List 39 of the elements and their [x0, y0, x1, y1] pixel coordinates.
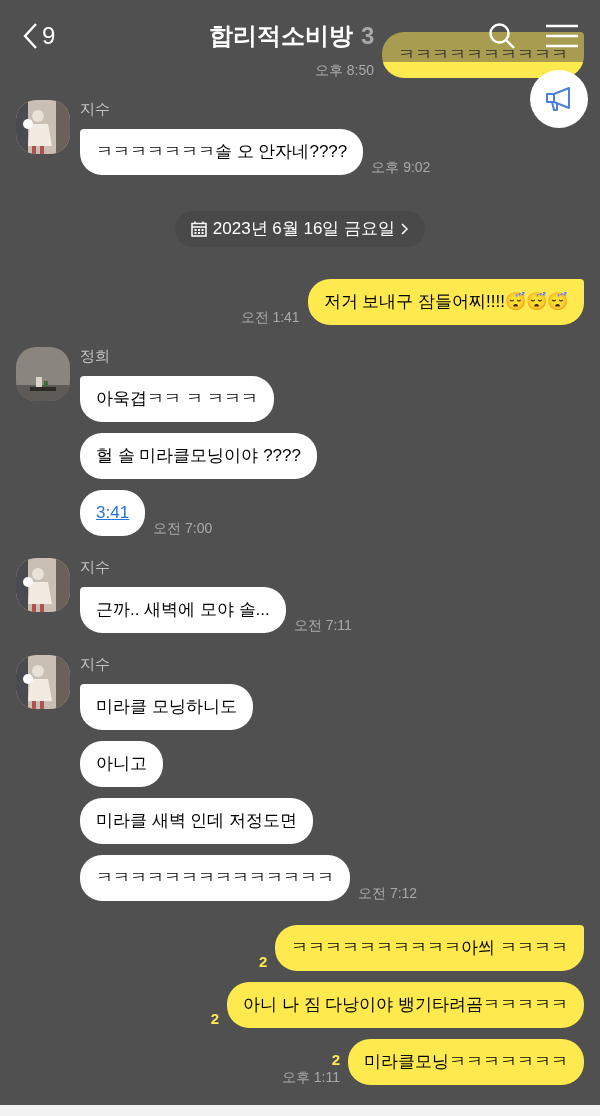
- sender-name: 정희: [80, 347, 111, 365]
- message-bubble: ㅋㅋㅋㅋㅋㅋㅋㅋㅋㅋ: [382, 32, 584, 78]
- message-bubble: ㅋㅋㅋㅋㅋㅋㅋㅋㅋㅋ아씌 ㅋㅋㅋㅋ: [275, 925, 584, 971]
- message-bubble: 아니 나 짐 다낭이야 뱅기타려곰ㅋㅋㅋㅋㅋ: [227, 982, 584, 1028]
- message-time: 오전 7:00: [153, 520, 213, 536]
- chevron-icon: [401, 223, 410, 235]
- message-bubble: 아니고: [80, 741, 163, 787]
- message-bubble: 미라클 새벽 인데 저정도면: [80, 798, 314, 844]
- back-icon: [22, 22, 38, 50]
- message-bubble: 헐 솔 미라클모닝이야 ????: [80, 433, 317, 479]
- message-time: 오후 8:50: [314, 62, 374, 78]
- message-bubble: 미라클모닝ㅋㅋㅋㅋㅋㅋㅋ: [348, 1039, 584, 1085]
- message-time: 오전 7:11: [293, 617, 352, 633]
- message-time: 오후 1:11: [281, 1069, 340, 1085]
- menu-icon[interactable]: [546, 24, 578, 48]
- time-link[interactable]: 3:41: [96, 503, 130, 522]
- message-bubble: 근까.. 새벽에 모야 솔...: [80, 587, 286, 633]
- megaphone-icon: [545, 86, 573, 112]
- unread-count: 2: [331, 1051, 340, 1069]
- unread-count: 2: [210, 1010, 220, 1028]
- sender-name: 지수: [80, 100, 111, 118]
- message-time: 오전 7:12: [358, 885, 418, 901]
- sender-name: 지수: [80, 558, 111, 576]
- message-time: 오후 9:02: [371, 159, 431, 175]
- member-count: 3: [361, 21, 375, 51]
- unread-count: 2: [258, 953, 268, 971]
- message-bubble: 아욱겹ㅋㅋ ㅋ ㅋㅋㅋ: [80, 376, 275, 422]
- search-icon[interactable]: [488, 22, 516, 50]
- announcement-button[interactable]: [530, 70, 588, 128]
- message-bubble: 저거 보내구 잠들어찌!!!!😴😴😴: [307, 279, 584, 325]
- sender-name: 지수: [80, 655, 111, 673]
- unread-count: 9: [42, 21, 56, 51]
- message-bubble: ㅋㅋㅋㅋㅋㅋㅋ솔 오 안자네????: [80, 129, 364, 175]
- message-bubble: ㅋㅋㅋㅋㅋㅋㅋㅋㅋㅋㅋㅋㅋㅋ: [80, 855, 350, 901]
- calendar-icon: [190, 221, 207, 237]
- message-bubble: 미라클 모닝하니도: [80, 684, 253, 730]
- chat-title: 합리적소비방: [209, 21, 353, 51]
- back-button[interactable]: 9: [22, 18, 56, 54]
- message-time: 오전 1:41: [240, 309, 300, 325]
